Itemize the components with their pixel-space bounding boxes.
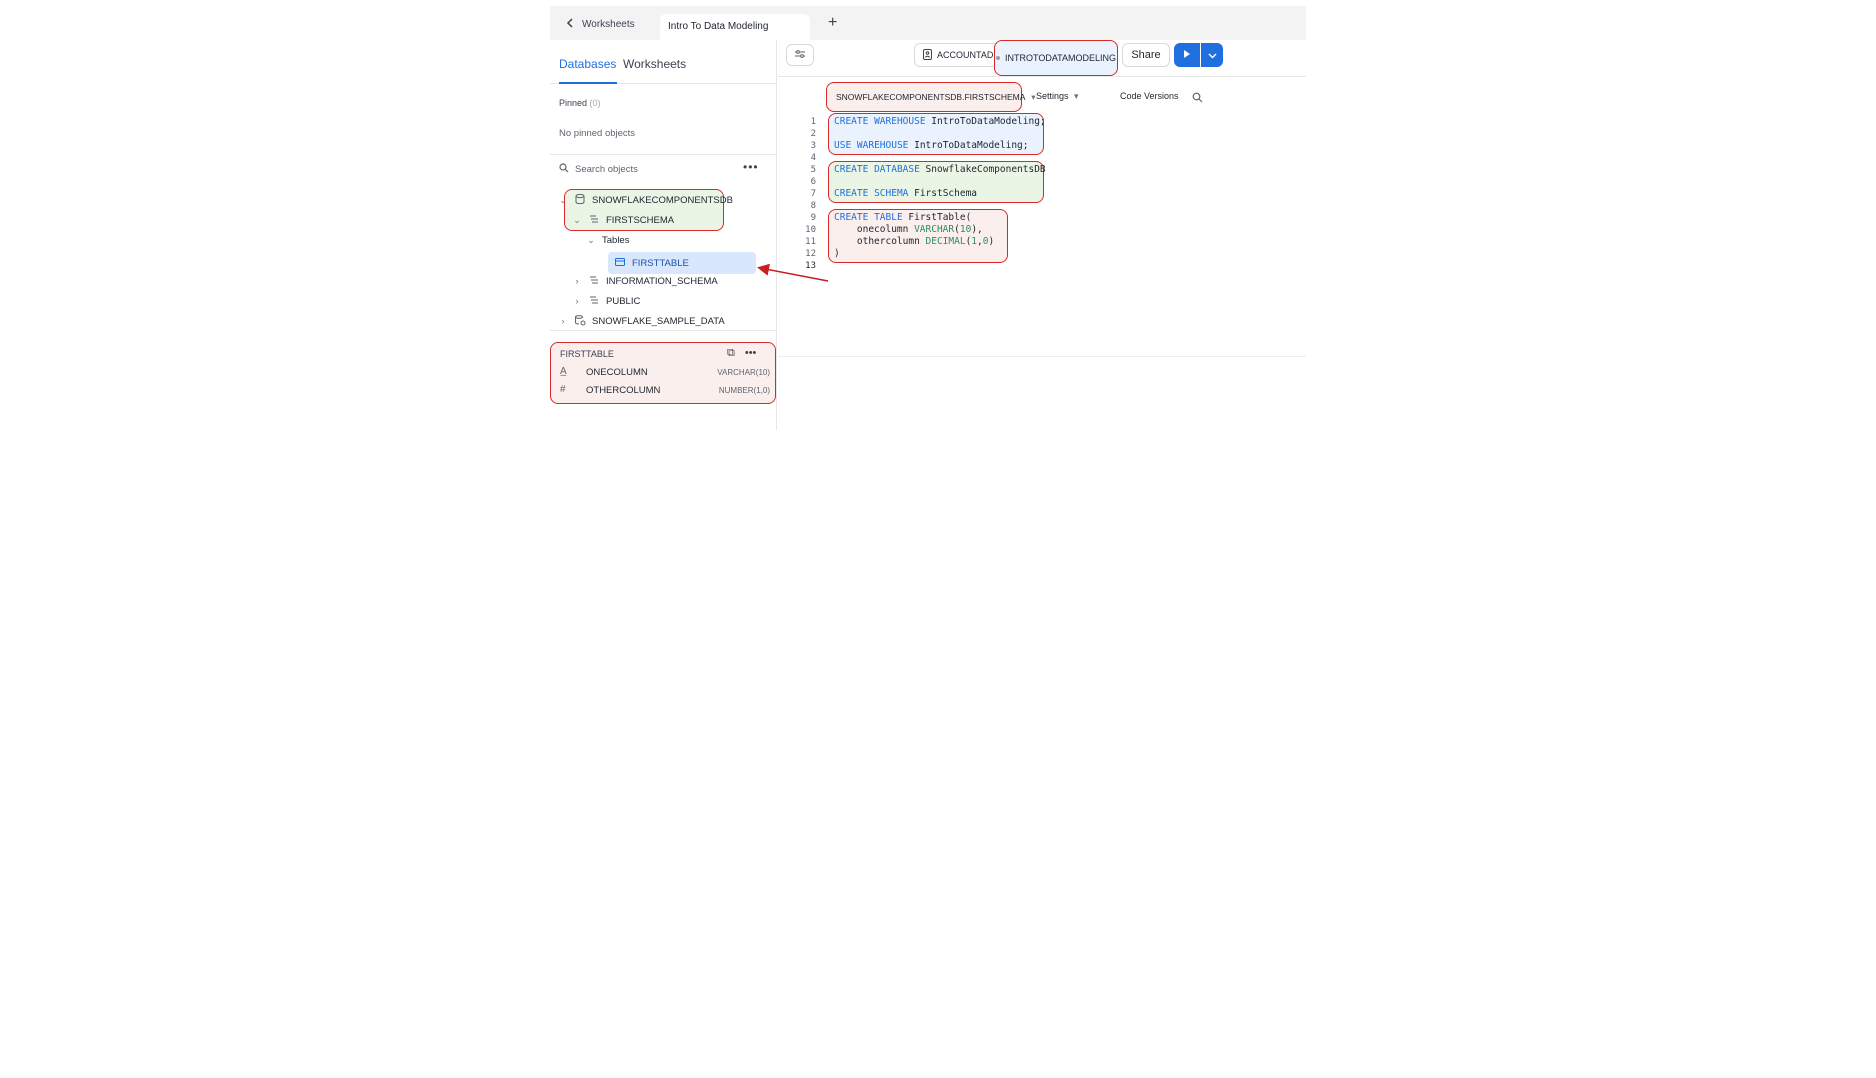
annotation-arrow [757, 263, 829, 282]
snowflake-worksheet-app: Worksheets Intro To Data Modeling + Data… [550, 6, 1306, 430]
